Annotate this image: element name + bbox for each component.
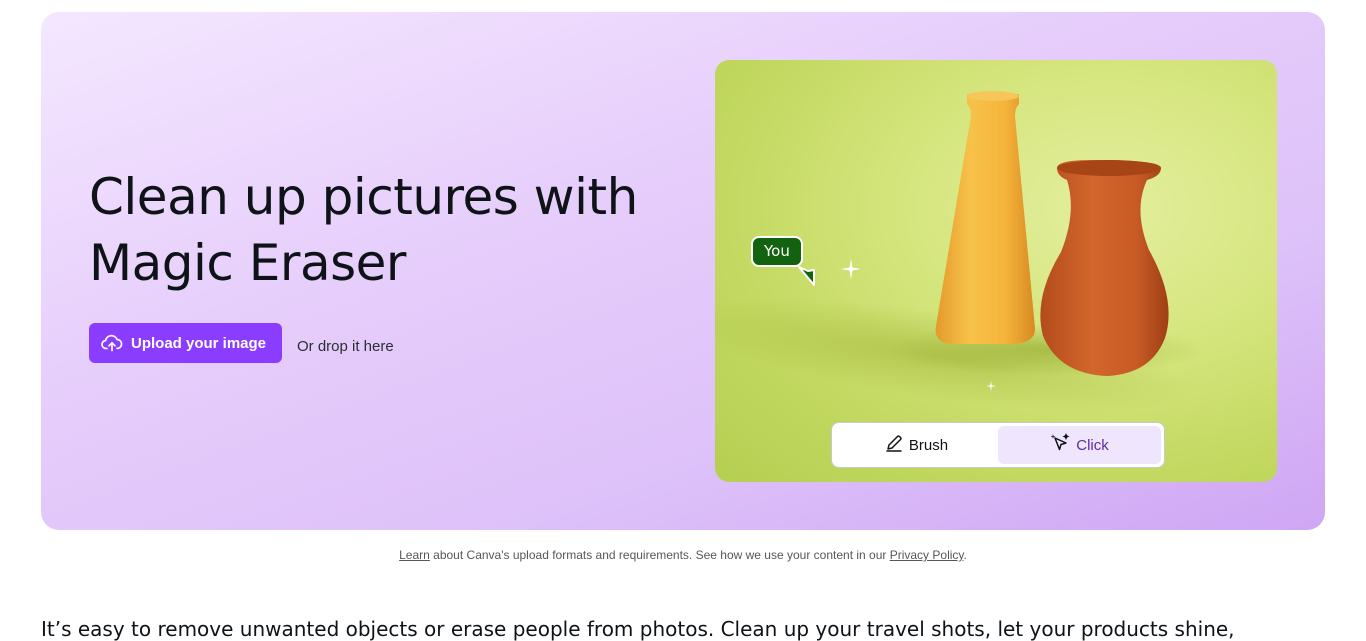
magic-click-icon: [1050, 433, 1070, 457]
privacy-policy-link[interactable]: Privacy Policy: [890, 548, 964, 562]
pointer-cursor-icon: [797, 265, 817, 292]
eraser-mode-toggle: Brush Click: [831, 422, 1165, 468]
drop-zone-hint: Or drop it here: [297, 338, 394, 355]
intro-paragraph: It’s easy to remove unwanted objects or …: [41, 617, 1235, 641]
click-mode-option[interactable]: Click: [998, 426, 1161, 464]
click-mode-label: Click: [1076, 436, 1109, 454]
hero-banner: Clean up pictures with Magic Eraser Uplo…: [41, 12, 1325, 530]
demo-image-panel: You Brush Click: [715, 60, 1277, 482]
brush-mode-option[interactable]: Brush: [835, 426, 998, 464]
collaborator-badge: You: [751, 236, 803, 267]
learn-link[interactable]: Learn: [399, 548, 430, 562]
brush-mode-label: Brush: [908, 436, 949, 454]
cloud-upload-icon: [101, 333, 123, 353]
brush-icon: [885, 434, 903, 456]
upload-fineprint: Learn about Canva's upload formats and r…: [0, 548, 1366, 562]
fineprint-text-1: about Canva's upload formats and require…: [429, 548, 890, 562]
fineprint-text-2: .: [963, 548, 967, 562]
page: Clean up pictures with Magic Eraser Uplo…: [0, 0, 1366, 641]
sparkle-icon: [841, 259, 861, 284]
upload-button-label: Upload your image: [131, 334, 267, 352]
small-sparkle-icon: [986, 378, 996, 396]
upload-image-button[interactable]: Upload your image: [89, 323, 283, 363]
page-title: Clean up pictures with Magic Eraser: [89, 168, 638, 292]
